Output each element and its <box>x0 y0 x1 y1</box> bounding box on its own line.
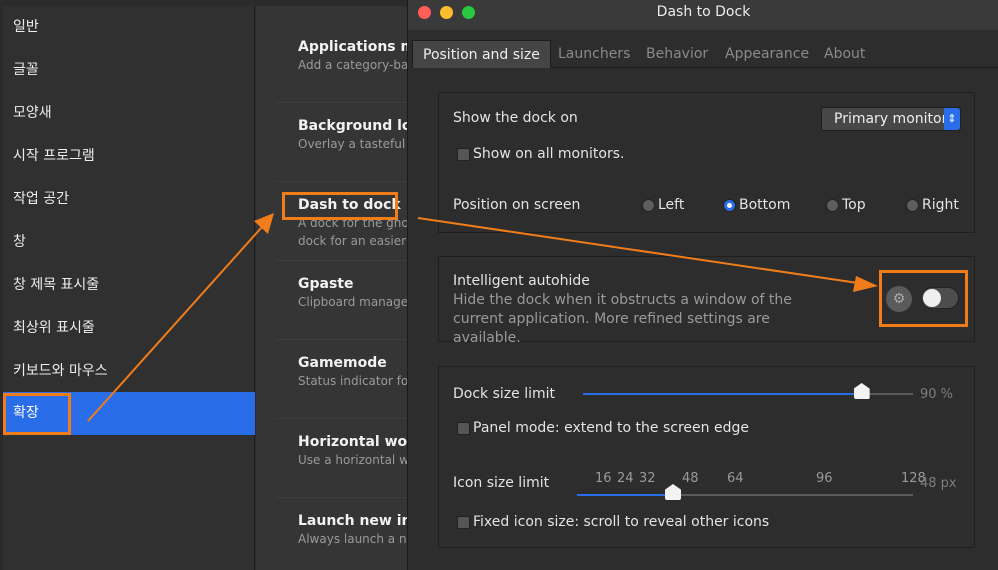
arrow-line <box>87 226 263 422</box>
annotation-arrows <box>87 213 878 422</box>
arrow-head <box>254 213 274 234</box>
arrow-head <box>853 276 878 292</box>
arrow-line <box>417 217 859 284</box>
screen: 일반 글꼴 모양새 시작 프로그램 작업 공간 창 창 제목 표시줄 최상위 표… <box>0 0 998 570</box>
